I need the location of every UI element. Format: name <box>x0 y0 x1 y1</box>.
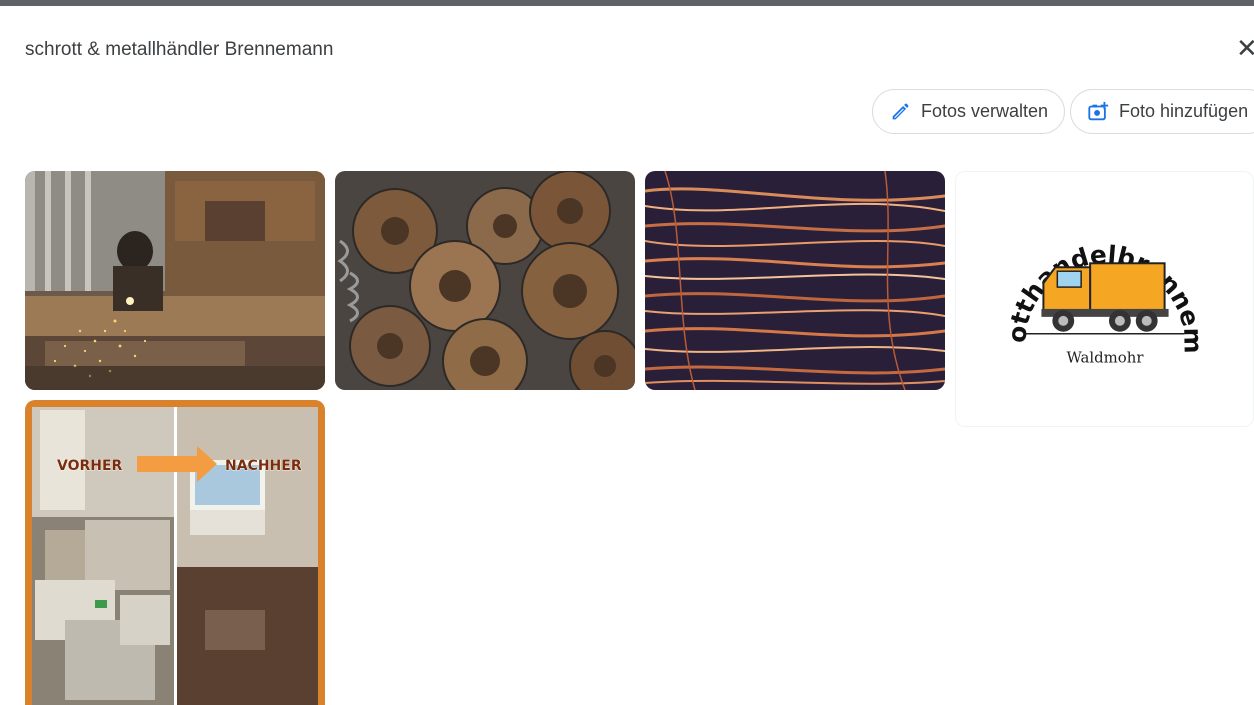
add-photo-button[interactable]: Foto hinzufügen <box>1070 89 1254 134</box>
dialog-title: schrott & metallhändler Brennemann <box>25 39 334 60</box>
after-label: NACHHER <box>225 458 302 474</box>
photo-before-after[interactable]: VORHER NACHHER <box>25 400 325 705</box>
manage-photos-label: Fotos verwalten <box>921 101 1049 121</box>
photo-copper-wire[interactable] <box>645 171 945 390</box>
add-photo-icon <box>1087 101 1109 123</box>
photo-metal-cutting[interactable] <box>25 171 325 390</box>
close-icon[interactable]: ✕ <box>1236 34 1254 64</box>
pencil-icon <box>889 101 911 123</box>
window-top-bar <box>0 0 1254 6</box>
truck-icon <box>1025 262 1185 335</box>
photo-company-logo[interactable]: Schrotthandelbrennemann Waldmohr <box>955 171 1254 427</box>
photo-brake-discs[interactable] <box>335 171 635 390</box>
before-label: VORHER <box>57 458 123 474</box>
logo-subtext: Waldmohr <box>1067 349 1145 367</box>
logo-text: Schrotthandelbrennemann <box>956 172 1208 354</box>
add-photo-label: Foto hinzufügen <box>1119 101 1249 121</box>
manage-photos-button[interactable]: Fotos verwalten <box>872 89 1065 134</box>
